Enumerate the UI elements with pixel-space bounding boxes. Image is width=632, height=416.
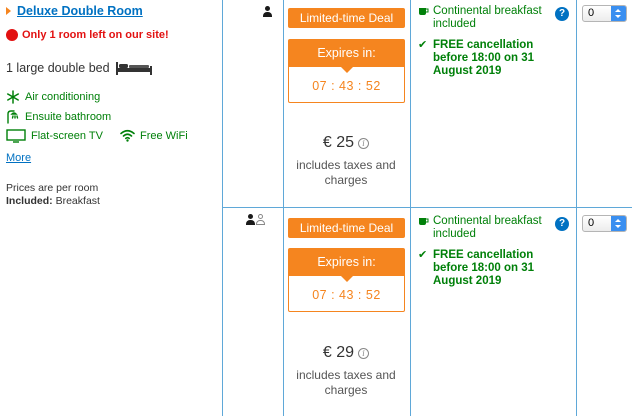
- row-divider: [222, 207, 632, 208]
- facility-label: Flat-screen TV: [31, 130, 103, 142]
- prices-note: Prices are per room Included: Breakfast: [6, 182, 100, 208]
- person-icon: [263, 6, 272, 18]
- facility-label: Ensuite bathroom: [25, 111, 112, 123]
- prices-per-room-text: Prices are per room: [6, 182, 99, 194]
- info-icon[interactable]: i: [358, 347, 370, 359]
- select-arrows-icon: [611, 6, 626, 21]
- check-icon: ✔: [418, 249, 428, 261]
- cancellation-condition: ✔ FREE cancellation before 18:00 on 31 A…: [418, 39, 578, 78]
- tax-note: includes taxes and charges: [296, 368, 396, 397]
- expires-label: Expires in:: [289, 40, 404, 73]
- limited-time-deal-badge: Limited-time Deal: [288, 8, 405, 28]
- facility-air-conditioning: Air conditioning: [6, 90, 100, 104]
- price-amount: € 25 i: [322, 134, 370, 152]
- limited-time-deal-badge: Limited-time Deal: [288, 218, 405, 238]
- shower-icon: [7, 110, 19, 124]
- coffee-cup-icon: [419, 8, 429, 15]
- price-amount: € 29 i: [322, 344, 370, 362]
- conditions: Continental breakfast included ✔ FREE ca…: [418, 5, 578, 78]
- room-name-link[interactable]: Deluxe Double Room: [17, 4, 143, 18]
- column-divider: [222, 0, 223, 416]
- included-value: Breakfast: [55, 195, 100, 207]
- tax-note: includes taxes and charges: [296, 158, 396, 187]
- included-label: Included:: [6, 195, 53, 207]
- person-icon: [246, 214, 255, 226]
- facility-label: Air conditioning: [25, 91, 101, 103]
- help-question-icon[interactable]: ?: [555, 217, 569, 231]
- facility-free-wifi: Free WiFi: [120, 129, 188, 142]
- conditions: Continental breakfast included ✔ FREE ca…: [418, 215, 578, 288]
- bed-info: 1 large double bed: [6, 60, 153, 76]
- room-quantity-select[interactable]: 0: [582, 5, 627, 22]
- room-info-cell: Deluxe Double Room Only 1 room left on o…: [0, 0, 222, 416]
- expires-label: Expires in:: [289, 249, 404, 282]
- info-icon[interactable]: i: [358, 137, 370, 149]
- wifi-icon: [120, 129, 135, 142]
- breakfast-text: Continental breakfast included: [433, 215, 542, 240]
- price-value: € 25: [322, 134, 355, 151]
- included-line: Included: Breakfast: [6, 195, 100, 208]
- occupancy-2-persons: [246, 214, 265, 226]
- countdown-timer: 07 : 43 : 52: [312, 79, 381, 93]
- select-arrows-icon: [611, 216, 626, 231]
- bed-text: 1 large double bed: [6, 61, 110, 75]
- price-block: € 29 i includes taxes and charges: [284, 344, 408, 398]
- breakfast-text: Continental breakfast included: [433, 5, 542, 30]
- deal-countdown: Expires in: 07 : 43 : 52: [288, 39, 405, 103]
- facility-label: Free WiFi: [140, 129, 188, 142]
- person-outline-icon: [256, 214, 265, 226]
- scarcity-text: Only 1 room left on our site!: [22, 29, 169, 41]
- help-question-icon[interactable]: ?: [555, 7, 569, 21]
- breakfast-condition: Continental breakfast included: [418, 215, 578, 241]
- facility-flat-screen-tv: Flat-screen TV: [6, 129, 103, 143]
- facility-ensuite-bathroom: Ensuite bathroom: [6, 110, 111, 124]
- cancellation-condition: ✔ FREE cancellation before 18:00 on 31 A…: [418, 249, 578, 288]
- more-facilities-link[interactable]: More: [6, 152, 31, 164]
- countdown-timer: 07 : 43 : 52: [312, 288, 381, 302]
- alert-dot-icon: [6, 29, 18, 41]
- room-quantity-select[interactable]: 0: [582, 215, 627, 232]
- select-value: 0: [588, 217, 595, 229]
- scarcity-message: Only 1 room left on our site!: [6, 29, 169, 41]
- cancellation-text: FREE cancellation before 18:00 on 31 Aug…: [433, 249, 534, 287]
- column-divider: [410, 0, 411, 416]
- breakfast-condition: Continental breakfast included: [418, 5, 578, 31]
- price-block: € 25 i includes taxes and charges: [284, 134, 408, 188]
- bed-icon: [115, 62, 152, 75]
- select-value: 0: [588, 7, 595, 19]
- caret-right-icon: [6, 7, 11, 15]
- cancellation-text: FREE cancellation before 18:00 on 31 Aug…: [433, 39, 534, 77]
- snowflake-icon: [7, 90, 19, 104]
- room-title: Deluxe Double Room: [6, 4, 143, 18]
- check-icon: ✔: [418, 39, 428, 51]
- price-value: € 29: [322, 344, 355, 361]
- occupancy-1-person: [263, 6, 272, 18]
- tv-icon: [6, 129, 26, 143]
- coffee-cup-icon: [419, 218, 429, 225]
- deal-countdown: Expires in: 07 : 43 : 52: [288, 248, 405, 312]
